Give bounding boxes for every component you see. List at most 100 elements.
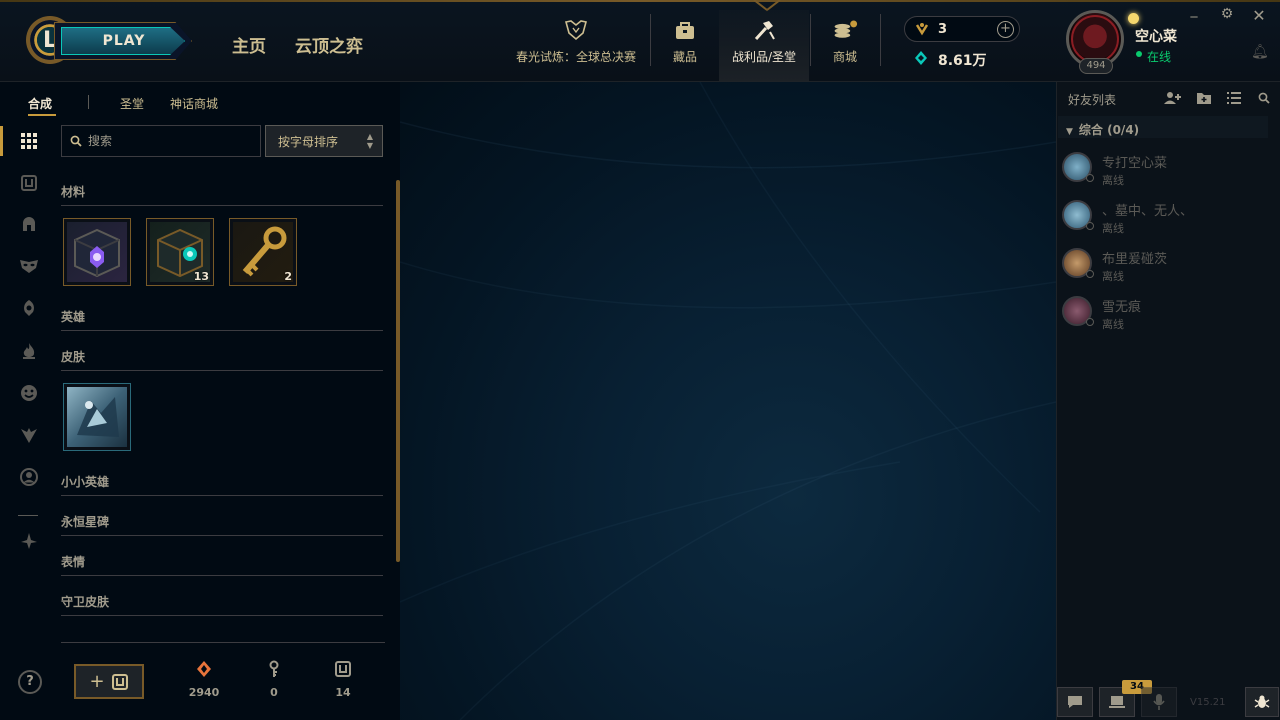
friends-group-text: 综合 (0/4) (1078, 123, 1140, 137)
chest-icon[interactable] (18, 172, 40, 194)
close-icon[interactable]: ✕ (1250, 6, 1268, 25)
sun-icon (1128, 13, 1139, 24)
key-fragment-value: 0 (270, 686, 278, 699)
tab-crafting[interactable]: 合成 (28, 95, 52, 112)
sort-chevrons-icon: ▲ ▼ (366, 132, 373, 150)
friend-name: 布里爰碰茨 (1102, 252, 1168, 267)
search-icon (70, 135, 82, 147)
friends-title: 好友列表 (1068, 93, 1117, 107)
bug-report-button[interactable] (1245, 687, 1279, 717)
voice-button[interactable] (1141, 687, 1177, 717)
add-friend-icon[interactable] (1164, 90, 1182, 106)
collection-button[interactable]: 藏品 (660, 10, 710, 82)
orange-essence-value: 2940 (188, 686, 220, 699)
chat-bubble-icon (1068, 696, 1082, 708)
tab-active-indicator (28, 114, 56, 116)
user-status[interactable]: 在线 (1147, 48, 1171, 65)
search-input[interactable] (88, 132, 256, 150)
loot-item-count: 13 (193, 270, 209, 283)
collection-bag-icon (672, 18, 698, 42)
username[interactable]: 空心菜 (1135, 26, 1177, 46)
rp-amount: 3 (938, 22, 948, 37)
section-title-champions: 英雄 (61, 308, 383, 331)
store-label: 商城 (832, 50, 857, 64)
chest-counter: 14 (318, 660, 368, 699)
offline-status-icon (1086, 222, 1094, 230)
emote-icon[interactable] (18, 382, 40, 404)
tab-mythic-shop[interactable]: 神话商城 (170, 95, 218, 112)
orange-essence-icon (197, 661, 211, 677)
loot-item-hextech-chest[interactable] (63, 218, 131, 286)
nav-tft[interactable]: 云顶之弈 (295, 32, 363, 57)
microphone-icon (1153, 694, 1165, 710)
friend-search-icon[interactable] (1255, 90, 1273, 106)
missions-icon (1109, 696, 1125, 708)
sort-dropdown[interactable]: 按字母排序 ▲ ▼ (265, 125, 383, 157)
offline-status-icon (1086, 318, 1094, 326)
notification-bell-icon[interactable]: 🔔︎ (1251, 44, 1269, 60)
loot-item-skin-shard[interactable] (63, 383, 131, 451)
collapse-caret-icon: ▼ (1066, 127, 1073, 137)
sort-label: 按字母排序 (278, 135, 339, 149)
store-button[interactable]: 商城 (822, 10, 868, 82)
profile-icon[interactable] (18, 466, 40, 488)
companion-icon[interactable] (18, 424, 40, 446)
loot-item-count: 2 (284, 270, 292, 283)
friend-row[interactable]: 、墓中、无人、 离线 (1062, 200, 1262, 240)
nav-divider (650, 14, 651, 66)
blue-essence-amount: 8.61万 (938, 53, 987, 69)
nav-divider (810, 14, 811, 66)
grid-icon[interactable] (18, 130, 40, 152)
friend-row[interactable]: 布里爰碰茨 离线 (1062, 248, 1262, 288)
friend-row[interactable]: 专打空心菜 离线 (1062, 152, 1262, 192)
flame-icon[interactable] (18, 340, 40, 362)
friend-name: 专打空心菜 (1102, 156, 1168, 171)
skin-shard-art-icon (77, 397, 119, 437)
background-streaks (400, 82, 1056, 720)
nav-home[interactable]: 主页 (232, 32, 266, 57)
craft-plus-label: + (89, 671, 105, 692)
ward-icon[interactable] (18, 297, 40, 319)
event-button[interactable]: 春光试炼：全球总决赛 (512, 10, 640, 82)
friend-status: 离线 (1102, 318, 1124, 331)
friend-name: 雪无痕 (1102, 300, 1142, 315)
play-button[interactable]: PLAY (54, 22, 192, 60)
rp-icon (915, 23, 929, 36)
craft-key-button[interactable]: + (74, 664, 144, 699)
settings-icon[interactable]: ⚙ (1218, 6, 1236, 22)
section-title-emotes: 表情 (61, 553, 383, 576)
nav-divider (880, 14, 881, 66)
helmet-icon[interactable] (18, 213, 40, 235)
loot-item-masterwork-chest[interactable]: 13 (146, 218, 214, 286)
offline-status-icon (1086, 174, 1094, 182)
chest-value: 14 (335, 686, 351, 699)
section-title-skins: 皮肤 (61, 348, 383, 371)
mask-icon[interactable] (18, 255, 40, 277)
minimize-icon[interactable]: _ (1185, 2, 1203, 18)
help-button[interactable]: ? (18, 670, 42, 694)
chat-button[interactable] (1057, 687, 1093, 717)
add-folder-icon[interactable] (1195, 90, 1213, 106)
section-title-ward-skins: 守卫皮肤 (61, 593, 383, 616)
loot-search[interactable] (61, 125, 261, 157)
offline-status-icon (1086, 270, 1094, 278)
bug-icon (1254, 695, 1270, 708)
list-view-icon[interactable] (1225, 90, 1243, 106)
section-title-eternals: 永恒星碑 (61, 513, 383, 536)
sidebar-divider (18, 515, 38, 516)
level-badge: 494 (1079, 58, 1113, 74)
tab-sanctum[interactable]: 圣堂 (120, 95, 144, 112)
avatar-border (1071, 15, 1119, 63)
worlds-icon (563, 18, 589, 42)
buy-rp-button[interactable]: + (997, 21, 1014, 38)
prestige-icon[interactable] (18, 530, 40, 552)
loot-button[interactable]: 战利品/圣堂 (719, 10, 809, 82)
loot-item-hextech-key[interactable]: 2 (229, 218, 297, 286)
event-label: 春光试炼：全球总决赛 (515, 50, 636, 64)
loot-label: 战利品/圣堂 (731, 50, 797, 64)
friend-row[interactable]: 雪无痕 离线 (1062, 296, 1262, 336)
chest-icon (335, 661, 351, 677)
loot-hammer-icon (751, 18, 777, 42)
section-title-materials: 材料 (61, 183, 383, 206)
footer-divider (61, 642, 385, 643)
